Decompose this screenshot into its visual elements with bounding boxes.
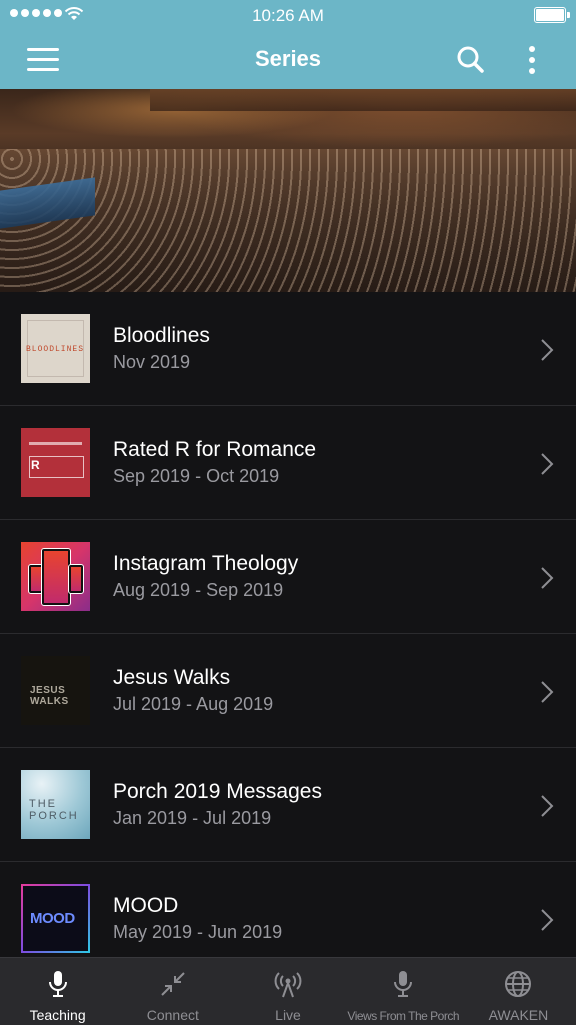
series-row[interactable]: Instagram Theology Aug 2019 - Sep 2019 bbox=[0, 520, 576, 634]
tab-live[interactable]: Live bbox=[230, 958, 345, 1025]
nav-bar: Series bbox=[0, 30, 576, 89]
tab-teaching[interactable]: Teaching bbox=[0, 958, 115, 1025]
hero-image-auditorium bbox=[0, 89, 576, 292]
globe-icon bbox=[505, 971, 532, 997]
tab-label: AWAKEN bbox=[488, 1007, 549, 1023]
series-title: Rated R for Romance bbox=[113, 438, 317, 461]
broadcast-icon bbox=[274, 972, 302, 998]
search-icon[interactable] bbox=[455, 44, 487, 76]
series-dates: Aug 2019 - Sep 2019 bbox=[113, 580, 284, 600]
page-title: Series bbox=[254, 46, 322, 71]
series-row[interactable]: R Rated R for Romance Sep 2019 - Oct 201… bbox=[0, 406, 576, 520]
microphone-icon bbox=[48, 971, 67, 997]
series-thumbnail: THE PORCH bbox=[21, 770, 90, 839]
tab-label: Live bbox=[275, 1007, 301, 1023]
status-time: 10:26 AM bbox=[252, 6, 324, 25]
tab-label: Connect bbox=[146, 1007, 199, 1023]
series-dates: Sep 2019 - Oct 2019 bbox=[113, 466, 280, 486]
status-bar: 10:26 AM bbox=[0, 0, 576, 30]
chevron-right-icon bbox=[541, 339, 554, 361]
tab-label: Views From The Porch bbox=[347, 1009, 460, 1023]
series-thumbnail: R bbox=[21, 428, 90, 497]
series-thumbnail: MOOD bbox=[21, 884, 90, 953]
microphone-icon bbox=[394, 971, 413, 997]
chevron-right-icon bbox=[541, 909, 554, 931]
series-title: Bloodlines bbox=[113, 324, 210, 347]
series-dates: Jan 2019 - Jul 2019 bbox=[113, 808, 272, 828]
chevron-right-icon bbox=[541, 453, 554, 475]
tab-label: Teaching bbox=[29, 1007, 86, 1023]
series-dates: Nov 2019 bbox=[113, 352, 191, 372]
series-title: MOOD bbox=[113, 894, 179, 917]
series-thumbnail: JESUS WALKS bbox=[21, 656, 90, 725]
tab-views-from-the-porch[interactable]: Views From The Porch bbox=[346, 958, 461, 1025]
chevron-right-icon bbox=[541, 567, 554, 589]
series-thumbnail: BLOODLINES bbox=[21, 314, 90, 383]
more-options-icon[interactable] bbox=[520, 44, 544, 76]
tab-bar: Teaching Connect Live Views From The Por… bbox=[0, 957, 576, 1025]
series-row[interactable]: THE PORCH Porch 2019 Messages Jan 2019 -… bbox=[0, 748, 576, 862]
tab-connect[interactable]: Connect bbox=[115, 958, 230, 1025]
series-row[interactable]: JESUS WALKS Jesus Walks Jul 2019 - Aug 2… bbox=[0, 634, 576, 748]
series-list: BLOODLINES Bloodlines Nov 2019 R Rated R… bbox=[0, 292, 576, 975]
tab-awaken[interactable]: AWAKEN bbox=[461, 958, 576, 1025]
series-dates: May 2019 - Jun 2019 bbox=[113, 922, 283, 942]
battery-icon bbox=[534, 7, 570, 23]
series-dates: Jul 2019 - Aug 2019 bbox=[113, 694, 274, 714]
chevron-right-icon bbox=[541, 795, 554, 817]
series-title: Instagram Theology bbox=[113, 552, 299, 575]
arrows-in-icon bbox=[161, 972, 185, 996]
series-title: Porch 2019 Messages bbox=[113, 780, 322, 803]
series-thumbnail bbox=[21, 542, 90, 611]
series-row[interactable]: BLOODLINES Bloodlines Nov 2019 bbox=[0, 292, 576, 406]
series-title: Jesus Walks bbox=[113, 666, 231, 689]
chevron-right-icon bbox=[541, 681, 554, 703]
